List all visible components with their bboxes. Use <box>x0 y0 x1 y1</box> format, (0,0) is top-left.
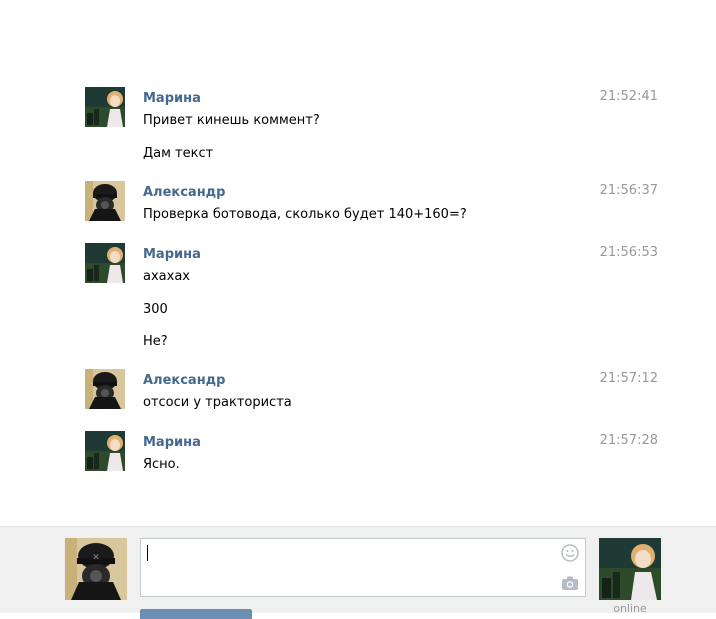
message-text: отсоси у тракториста <box>143 395 292 410</box>
aleksandr-avatar[interactable] <box>85 181 125 221</box>
message-text: Ясно. <box>143 457 180 472</box>
aleksandr-avatar[interactable] <box>85 369 125 409</box>
message-history: Марина 21:52:41 Привет кинешь коммент? Д… <box>0 0 716 526</box>
marina-avatar[interactable] <box>85 87 125 127</box>
message-author[interactable]: Марина <box>143 247 201 263</box>
svg-text:✕: ✕ <box>92 553 100 563</box>
message-timestamp: 21:57:28 <box>599 433 658 448</box>
message-author[interactable]: Марина <box>143 91 201 107</box>
message-timestamp: 21:57:12 <box>599 371 658 386</box>
message-text: Привет кинешь коммент? <box>143 113 320 128</box>
message-text: Дам текст <box>143 146 214 161</box>
my-avatar[interactable]: ✕ <box>65 538 127 600</box>
message-text: 300 <box>143 302 168 317</box>
message-text: Проверка ботовода, сколько будет 140+160… <box>143 207 467 222</box>
message-text: Не? <box>143 334 168 349</box>
message-timestamp: 21:56:53 <box>599 245 658 260</box>
text-caret <box>147 545 148 561</box>
message-text: ахахах <box>143 269 190 284</box>
message-author[interactable]: Александр <box>143 185 226 201</box>
message-composer: ✕ online <box>0 526 716 619</box>
message-author[interactable]: Александр <box>143 373 226 389</box>
marina-avatar[interactable] <box>85 431 125 471</box>
peer-online-status: online <box>613 602 647 615</box>
message-author[interactable]: Марина <box>143 435 201 451</box>
camera-icon[interactable] <box>561 575 579 591</box>
send-button[interactable] <box>140 609 252 619</box>
peer-avatar[interactable] <box>599 538 661 600</box>
smile-icon[interactable] <box>561 544 579 562</box>
marina-avatar[interactable] <box>85 243 125 283</box>
message-input[interactable] <box>140 538 586 597</box>
message-timestamp: 21:56:37 <box>599 183 658 198</box>
message-timestamp: 21:52:41 <box>599 89 658 104</box>
